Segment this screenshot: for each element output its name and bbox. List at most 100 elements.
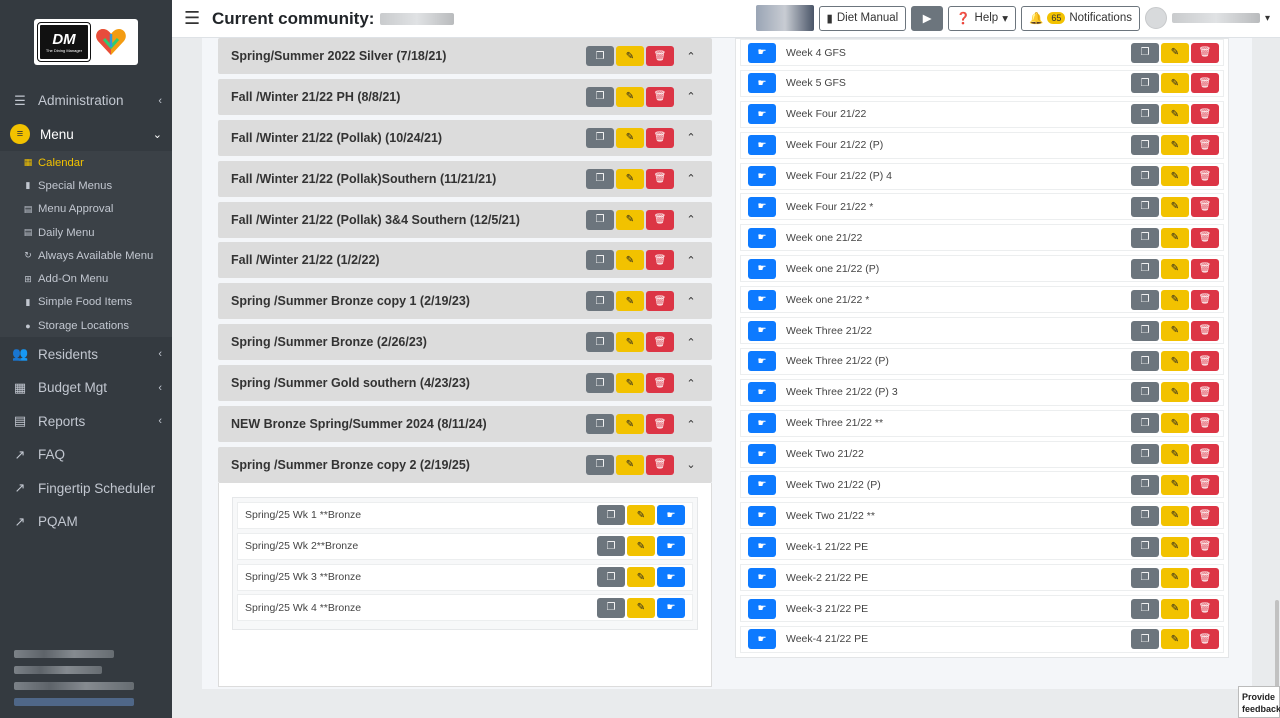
avatar[interactable] [1144, 7, 1167, 29]
copy-button[interactable]: ❐ [1131, 598, 1159, 619]
copy-button[interactable]: ❐ [586, 86, 614, 107]
delete-button[interactable]: 🗑 [1191, 567, 1219, 588]
week-row[interactable]: Spring/25 Wk 1 **Bronze ❐ ✎ ☛ [237, 501, 693, 529]
sidebar-item-residents[interactable]: 👥 Residents ‹ [0, 337, 172, 371]
edit-button[interactable]: ✎ [1161, 382, 1189, 403]
assign-button[interactable]: ☛ [748, 629, 776, 650]
chevron-up-icon[interactable]: ⌃ [680, 50, 702, 63]
provide-feedback-button[interactable]: Provide feedback [1238, 686, 1280, 718]
copy-button[interactable]: ❐ [1131, 258, 1159, 279]
delete-button[interactable]: 🗑 [646, 127, 674, 148]
copy-button[interactable]: ❐ [1131, 42, 1159, 63]
week-template-row[interactable]: ☛ Week Three 21/22 (P) ❐ ✎ 🗑 [740, 347, 1224, 375]
assign-button[interactable]: ☛ [748, 413, 776, 434]
edit-button[interactable]: ✎ [627, 567, 655, 588]
edit-button[interactable]: ✎ [627, 505, 655, 526]
week-template-row[interactable]: ☛ Week one 21/22 * ❐ ✎ 🗑 [740, 286, 1224, 314]
delete-button[interactable]: 🗑 [1191, 289, 1219, 310]
edit-button[interactable]: ✎ [616, 414, 644, 435]
week-template-row[interactable]: ☛ Week-1 21/22 PE ❐ ✎ 🗑 [740, 533, 1224, 561]
delete-button[interactable]: 🗑 [646, 46, 674, 66]
edit-button[interactable]: ✎ [616, 127, 644, 148]
week-template-row[interactable]: ☛ Week Four 21/22 ❐ ✎ 🗑 [740, 100, 1224, 128]
caret-down-icon[interactable]: ▾ [1265, 13, 1270, 24]
delete-button[interactable]: 🗑 [646, 454, 674, 475]
menu-cycle-row[interactable]: Spring /Summer Bronze (2/26/23) ❐ ✎ 🗑 ⌃ [218, 324, 712, 361]
sidebar-item-budget-mgt[interactable]: ▦ Budget Mgt ‹ [0, 371, 172, 405]
sidebar-item-reports[interactable]: ▤ Reports ‹ [0, 404, 172, 438]
menu-cycle-row[interactable]: Fall /Winter 21/22 (Pollak)Southern (11/… [218, 160, 712, 197]
assign-button[interactable]: ☛ [748, 382, 776, 403]
assign-button[interactable]: ☛ [657, 505, 685, 526]
edit-button[interactable]: ✎ [1161, 73, 1189, 94]
chevron-up-icon[interactable]: ⌃ [680, 172, 702, 185]
delete-button[interactable]: 🗑 [1191, 73, 1219, 94]
copy-button[interactable]: ❐ [586, 127, 614, 148]
delete-button[interactable]: 🗑 [646, 414, 674, 435]
delete-button[interactable]: 🗑 [1191, 351, 1219, 372]
copy-button[interactable]: ❐ [597, 536, 625, 557]
edit-button[interactable]: ✎ [616, 454, 644, 475]
week-template-row[interactable]: ☛ Week 5 GFS ❐ ✎ 🗑 [740, 69, 1224, 97]
edit-button[interactable]: ✎ [1161, 104, 1189, 125]
week-template-row[interactable]: ☛ Week one 21/22 ❐ ✎ 🗑 [740, 224, 1224, 252]
sidebar-subitem-calendar[interactable]: ▦ Calendar [0, 151, 172, 174]
week-template-row[interactable]: ☛ Week Four 21/22 (P) 4 ❐ ✎ 🗑 [740, 162, 1224, 190]
assign-button[interactable]: ☛ [748, 505, 776, 526]
edit-button[interactable]: ✎ [616, 291, 644, 312]
copy-button[interactable]: ❐ [586, 250, 614, 271]
copy-button[interactable]: ❐ [1131, 227, 1159, 248]
week-row[interactable]: Spring/25 Wk 3 **Bronze ❐ ✎ ☛ [237, 563, 693, 591]
copy-button[interactable]: ❐ [1131, 289, 1159, 310]
chevron-up-icon[interactable]: ⌃ [680, 295, 702, 308]
chevron-up-icon[interactable]: ⌃ [680, 131, 702, 144]
copy-button[interactable]: ❐ [1131, 351, 1159, 372]
delete-button[interactable]: 🗑 [646, 209, 674, 230]
menu-cycle-row[interactable]: Spring /Summer Gold southern (4/23/23) ❐ ✎… [218, 365, 712, 402]
week-template-row[interactable]: ☛ Week Two 21/22 ** ❐ ✎ 🗑 [740, 502, 1224, 530]
copy-button[interactable]: ❐ [586, 332, 614, 353]
copy-button[interactable]: ❐ [586, 209, 614, 230]
week-template-row[interactable]: ☛ Week-3 21/22 PE ❐ ✎ 🗑 [740, 595, 1224, 623]
delete-button[interactable]: 🗑 [1191, 382, 1219, 403]
copy-button[interactable]: ❐ [1131, 505, 1159, 526]
copy-button[interactable]: ❐ [586, 168, 614, 189]
copy-button[interactable]: ❐ [597, 505, 625, 526]
sidebar-subitem-daily-menu[interactable]: ▤ Daily Menu [0, 221, 172, 244]
week-template-row[interactable]: ☛ Week-2 21/22 PE ❐ ✎ 🗑 [740, 564, 1224, 592]
week-template-row[interactable]: ☛ Week Four 21/22 (P) ❐ ✎ 🗑 [740, 131, 1224, 159]
help-dropdown[interactable]: ❓ Help ▾ [948, 5, 1016, 31]
copy-button[interactable]: ❐ [586, 373, 614, 394]
menu-cycle-row[interactable]: Spring /Summer Bronze copy 1 (2/19/23) ❐ ✎… [218, 283, 712, 320]
copy-button[interactable]: ❐ [1131, 135, 1159, 156]
chevron-up-icon[interactable]: ⌃ [680, 213, 702, 226]
assign-button[interactable]: ☛ [748, 289, 776, 310]
menu-cycle-row[interactable]: Spring/Summer 2022 Silver (7/18/21) ❐ ✎ 🗑 ⌃ [218, 38, 712, 74]
menu-cycle-row[interactable]: NEW Bronze Spring/Summer 2024 (8/11/24) ❐… [218, 406, 712, 443]
sidebar-subitem-special-menus[interactable]: ▮ Special Menus [0, 174, 172, 197]
sidebar-item-fingertip-scheduler[interactable]: ↗ Fingertip Scheduler [0, 471, 172, 505]
logo[interactable]: DM The Dining Manager [34, 19, 138, 65]
assign-button[interactable]: ☛ [748, 42, 776, 63]
delete-button[interactable]: 🗑 [646, 250, 674, 271]
edit-button[interactable]: ✎ [616, 373, 644, 394]
week-template-row[interactable]: ☛ Week one 21/22 (P) ❐ ✎ 🗑 [740, 255, 1224, 283]
menu-cycle-row[interactable]: Fall /Winter 21/22 PH (8/8/21) ❐ ✎ 🗑 ⌃ [218, 78, 712, 115]
copy-button[interactable]: ❐ [1131, 444, 1159, 465]
menu-cycle-row[interactable]: Fall /Winter 21/22 (1/2/22) ❐ ✎ 🗑 ⌃ [218, 242, 712, 279]
assign-button[interactable]: ☛ [748, 351, 776, 372]
edit-button[interactable]: ✎ [616, 209, 644, 230]
edit-button[interactable]: ✎ [1161, 320, 1189, 341]
delete-button[interactable]: 🗑 [1191, 166, 1219, 187]
delete-button[interactable]: 🗑 [1191, 598, 1219, 619]
assign-button[interactable]: ☛ [748, 474, 776, 495]
diet-manual-button[interactable]: ▮ Diet Manual [818, 5, 907, 31]
play-button[interactable]: ▶ [911, 5, 944, 31]
sidebar-item-pqam[interactable]: ↗ PQAM [0, 505, 172, 539]
menu-cycle-row[interactable]: Fall /Winter 21/22 (Pollak) 3&4 Southern… [218, 201, 712, 238]
edit-button[interactable]: ✎ [1161, 444, 1189, 465]
week-template-row[interactable]: ☛ Week 4 GFS ❐ ✎ 🗑 [740, 39, 1224, 66]
chevron-up-icon[interactable]: ⌃ [680, 418, 702, 431]
delete-button[interactable]: 🗑 [1191, 320, 1219, 341]
copy-button[interactable]: ❐ [1131, 536, 1159, 557]
